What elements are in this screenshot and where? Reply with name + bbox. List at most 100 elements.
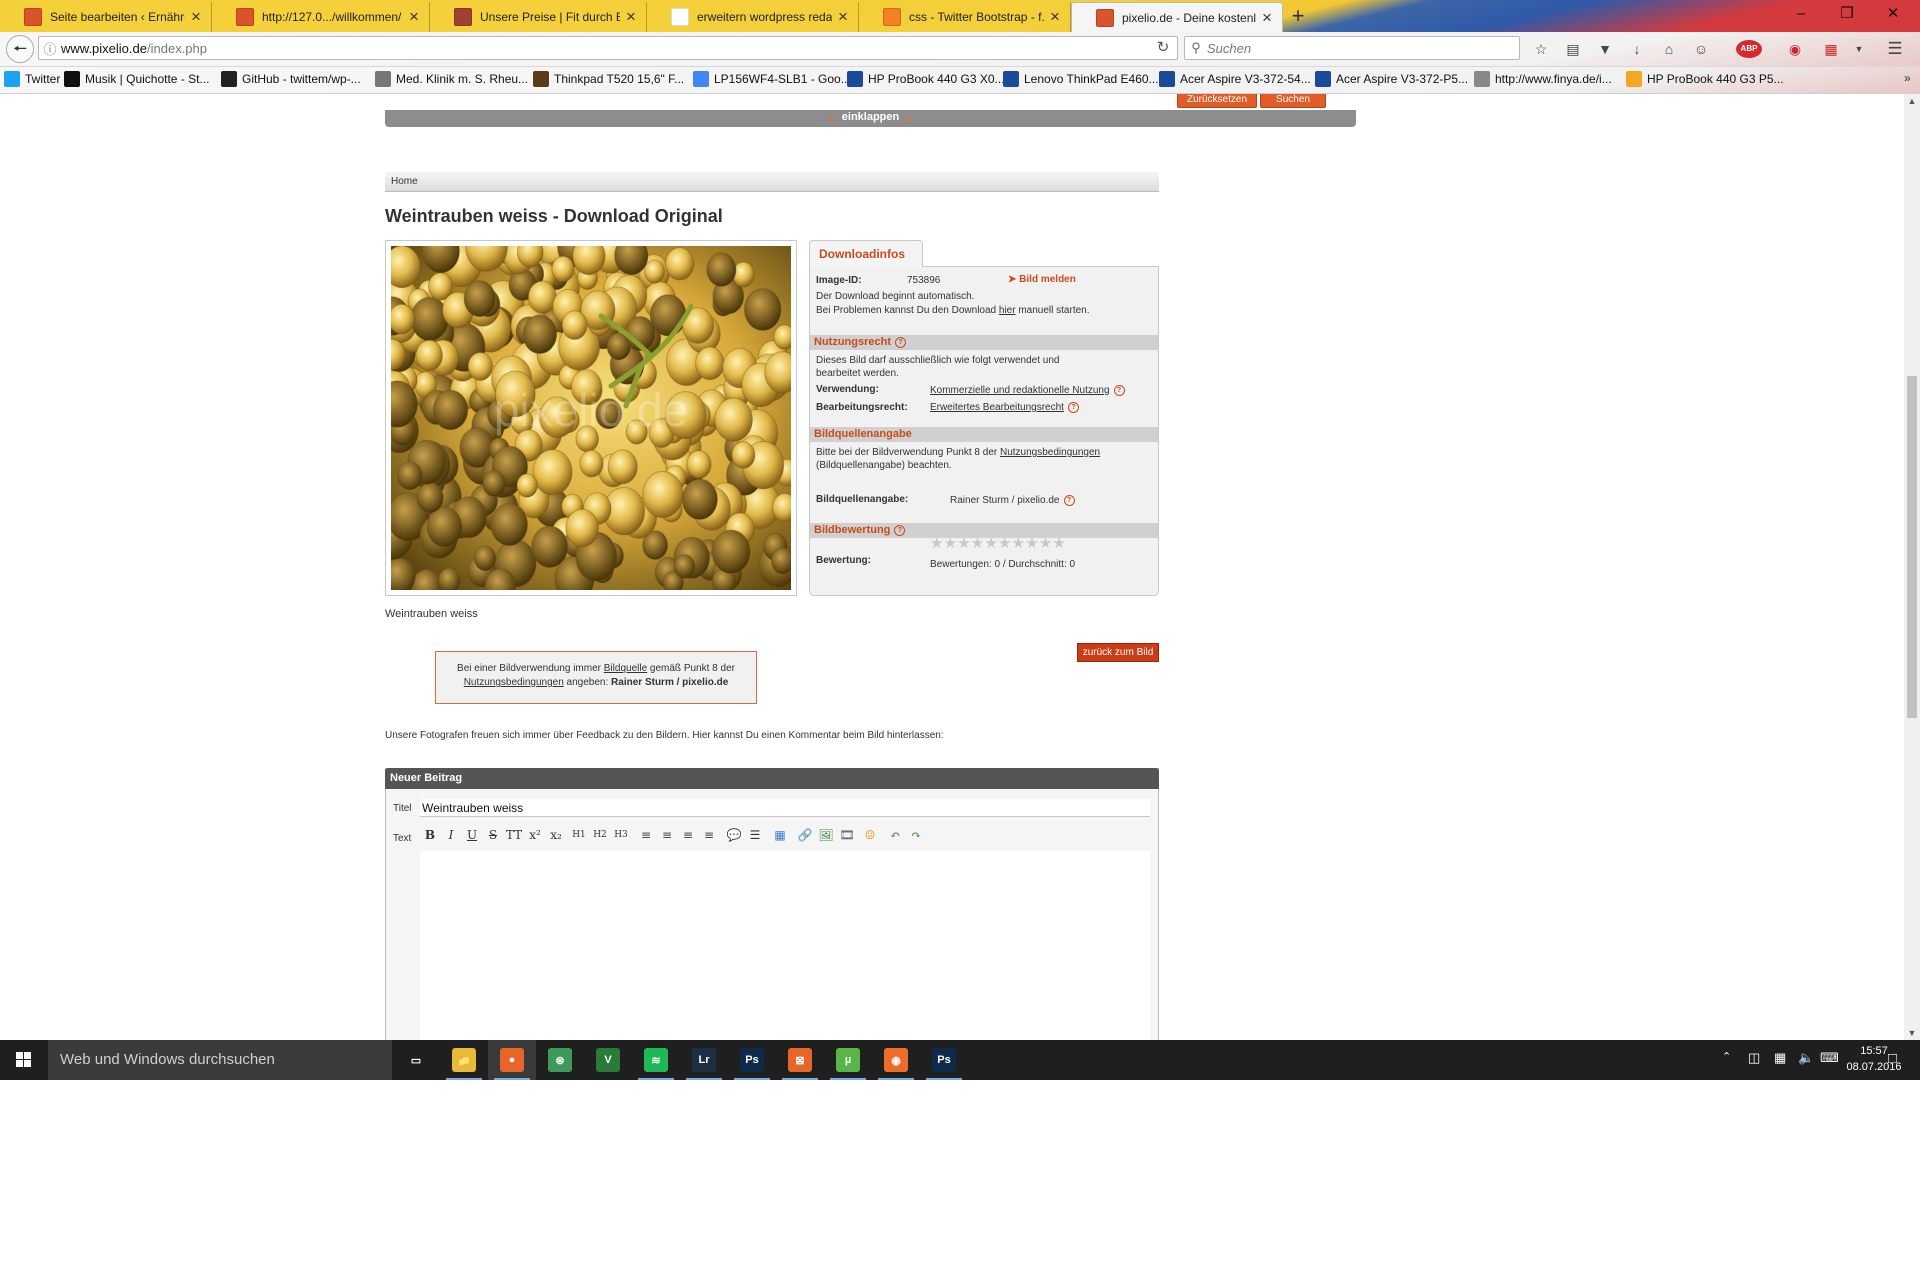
table-button[interactable]: ▦ xyxy=(770,826,790,844)
align-left-button[interactable]: ≡ xyxy=(636,826,656,844)
close-window-button[interactable]: ✕ xyxy=(1870,0,1916,30)
maximize-button[interactable]: ❐ xyxy=(1824,0,1870,30)
more-bookmarks-icon[interactable]: » xyxy=(1904,71,1911,85)
browser-tab[interactable]: http://127.0.../willkommen/× xyxy=(212,2,430,32)
vivaldi-icon[interactable]: V xyxy=(584,1040,632,1080)
volume-icon[interactable]: 🔈 xyxy=(1798,1050,1814,1066)
tray-chevron-icon[interactable]: ⌃ xyxy=(1722,1050,1731,1063)
close-tab-icon[interactable]: × xyxy=(832,7,854,27)
rating-star-icon[interactable]: ★ xyxy=(930,536,943,552)
report-image-link[interactable]: ➤ Bild melden xyxy=(1008,274,1076,285)
terms-link[interactable]: Nutzungsbedingungen xyxy=(464,677,564,688)
system-clock[interactable]: 15:57 08.07.2016 xyxy=(1836,1043,1912,1075)
reset-button[interactable]: Zurücksetzen xyxy=(1177,94,1257,108)
quote-button[interactable]: 💬 xyxy=(724,826,744,844)
back-to-image-button[interactable]: zurück zum Bild xyxy=(1077,643,1159,662)
reload-icon[interactable]: ↻ xyxy=(1150,36,1176,60)
help-icon[interactable]: ? xyxy=(1063,495,1075,506)
spotify-icon[interactable]: ≋ xyxy=(632,1040,680,1080)
rating-star-icon[interactable]: ★ xyxy=(984,536,997,552)
reading-list-icon[interactable]: ▤ xyxy=(1562,38,1584,60)
image-source-link[interactable]: Bildquelle xyxy=(604,663,647,674)
tab-downloadinfos[interactable]: Downloadinfos xyxy=(809,240,923,267)
scroll-up-icon[interactable]: ▲ xyxy=(1904,94,1920,108)
scrollbar-thumb[interactable] xyxy=(1907,376,1917,718)
close-tab-icon[interactable]: × xyxy=(185,7,207,27)
verwendung-link[interactable]: Kommerzielle und redaktionelle Nutzung xyxy=(930,385,1110,396)
home-icon[interactable]: ⌂ xyxy=(1658,38,1680,60)
bookmark-item[interactable]: HP ProBook 440 G3 P5... xyxy=(1626,71,1784,87)
comment-textarea[interactable] xyxy=(420,851,1150,1040)
title-input[interactable] xyxy=(420,799,1150,817)
lightroom-icon[interactable]: Lr xyxy=(680,1040,728,1080)
strikethrough-button[interactable]: S xyxy=(483,826,503,844)
bookmark-item[interactable]: Lenovo ThinkPad E460... xyxy=(1003,71,1159,87)
utorrent-icon[interactable]: µ xyxy=(824,1040,872,1080)
adblock-icon[interactable]: ABP xyxy=(1736,40,1762,58)
browser-tab[interactable]: Unsere Preise | Fit durch E... × xyxy=(430,2,647,32)
notification-icon[interactable]: □ xyxy=(1888,1050,1897,1067)
browser-tab[interactable]: pixelio.de - Deine kostenlo...× xyxy=(1071,2,1283,32)
rating-star-icon[interactable]: ★ xyxy=(1052,536,1065,552)
rating-star-icon[interactable]: ★ xyxy=(1039,536,1052,552)
minimize-button[interactable]: – xyxy=(1778,0,1824,30)
browser-tab[interactable]: Seite bearbeiten ‹ Ernähru...× xyxy=(0,2,212,32)
photoshop-icon[interactable]: Ps xyxy=(920,1040,968,1080)
photoshop-icon[interactable]: Ps xyxy=(728,1040,776,1080)
help-icon[interactable]: ? xyxy=(1067,402,1079,413)
close-tab-icon[interactable]: × xyxy=(620,7,642,27)
h2-button[interactable]: H2 xyxy=(590,826,610,844)
network-icon[interactable]: ◫ xyxy=(1748,1050,1760,1066)
download-icon[interactable]: ↓ xyxy=(1626,38,1648,60)
search-button[interactable]: Suchen xyxy=(1260,94,1326,108)
search-bar[interactable]: ⚲ Suchen xyxy=(1184,36,1520,60)
breadcrumb-home-link[interactable]: Home xyxy=(391,176,418,187)
bookmark-item[interactable]: Acer Aspire V3-372-54... xyxy=(1159,71,1311,87)
image-button[interactable]: 🖼 xyxy=(816,826,836,844)
rating-star-icon[interactable]: ★ xyxy=(971,536,984,552)
bookmark-item[interactable]: HP ProBook 440 G3 X0... xyxy=(847,71,1005,87)
chat-icon[interactable]: ☺ xyxy=(1690,38,1712,60)
new-tab-button[interactable]: + xyxy=(1283,2,1313,30)
terms-link[interactable]: Nutzungsbedingungen xyxy=(1000,447,1100,458)
bookmark-item[interactable]: LP156WF4-SLB1 - Goo... xyxy=(693,71,851,87)
subscript-button[interactable]: x₂ xyxy=(546,826,566,844)
info-icon[interactable]: ⓘ xyxy=(39,39,61,58)
pocket-icon[interactable]: ▼ xyxy=(1594,38,1616,60)
task-view-icon[interactable]: ▭ xyxy=(392,1040,440,1080)
close-tab-icon[interactable]: × xyxy=(1256,8,1278,28)
firefox-icon[interactable]: ● xyxy=(488,1040,536,1080)
rating-star-icon[interactable]: ★ xyxy=(1025,536,1038,552)
smiley-button[interactable]: ☺ xyxy=(860,826,880,844)
bookmark-item[interactable]: Twitter xyxy=(4,71,60,87)
media-button[interactable]: 🎞 xyxy=(837,826,857,844)
start-button[interactable] xyxy=(0,1040,48,1080)
back-button[interactable]: 🠔 xyxy=(6,35,34,63)
align-right-button[interactable]: ≡ xyxy=(678,826,698,844)
bearbeitung-link[interactable]: Erweitertes Bearbeitungsrecht xyxy=(930,402,1064,413)
teletype-button[interactable]: TT xyxy=(504,826,524,844)
h1-button[interactable]: H1 xyxy=(569,826,589,844)
xampp-icon[interactable]: ⊠ xyxy=(776,1040,824,1080)
origin-icon[interactable]: ◉ xyxy=(872,1040,920,1080)
sourcetree-icon[interactable]: ⊛ xyxy=(536,1040,584,1080)
news-extension-icon[interactable]: ▦ xyxy=(1820,38,1842,60)
browser-tab[interactable]: erweitern wordpress redak...× xyxy=(647,2,859,32)
superscript-button[interactable]: x² xyxy=(525,826,545,844)
extension-icon[interactable]: ◉ xyxy=(1784,38,1806,60)
taskbar-search[interactable]: Web und Windows durchsuchen xyxy=(48,1040,392,1080)
close-tab-icon[interactable]: × xyxy=(1044,7,1066,27)
bookmark-item[interactable]: Thinkpad T520 15,6" F... xyxy=(533,71,684,87)
bookmark-item[interactable]: GitHub - twittem/wp-... xyxy=(221,71,361,87)
rating-star-icon[interactable]: ★ xyxy=(998,536,1011,552)
help-icon[interactable]: ? xyxy=(894,524,906,536)
align-center-button[interactable]: ≡ xyxy=(657,826,677,844)
link-button[interactable]: 🔗 xyxy=(795,826,815,844)
collapse-toggle[interactable]: ▲ einklappen ▲ xyxy=(385,111,1356,123)
bookmark-item[interactable]: Musik | Quichotte - St... xyxy=(64,71,210,87)
bold-button[interactable]: B xyxy=(420,826,440,844)
h3-button[interactable]: H3 xyxy=(611,826,631,844)
bookmark-item[interactable]: Med. Klinik m. S. Rheu... xyxy=(375,71,528,87)
wifi-icon[interactable]: ▦ xyxy=(1774,1050,1786,1066)
rating-star-icon[interactable]: ★ xyxy=(1012,536,1025,552)
